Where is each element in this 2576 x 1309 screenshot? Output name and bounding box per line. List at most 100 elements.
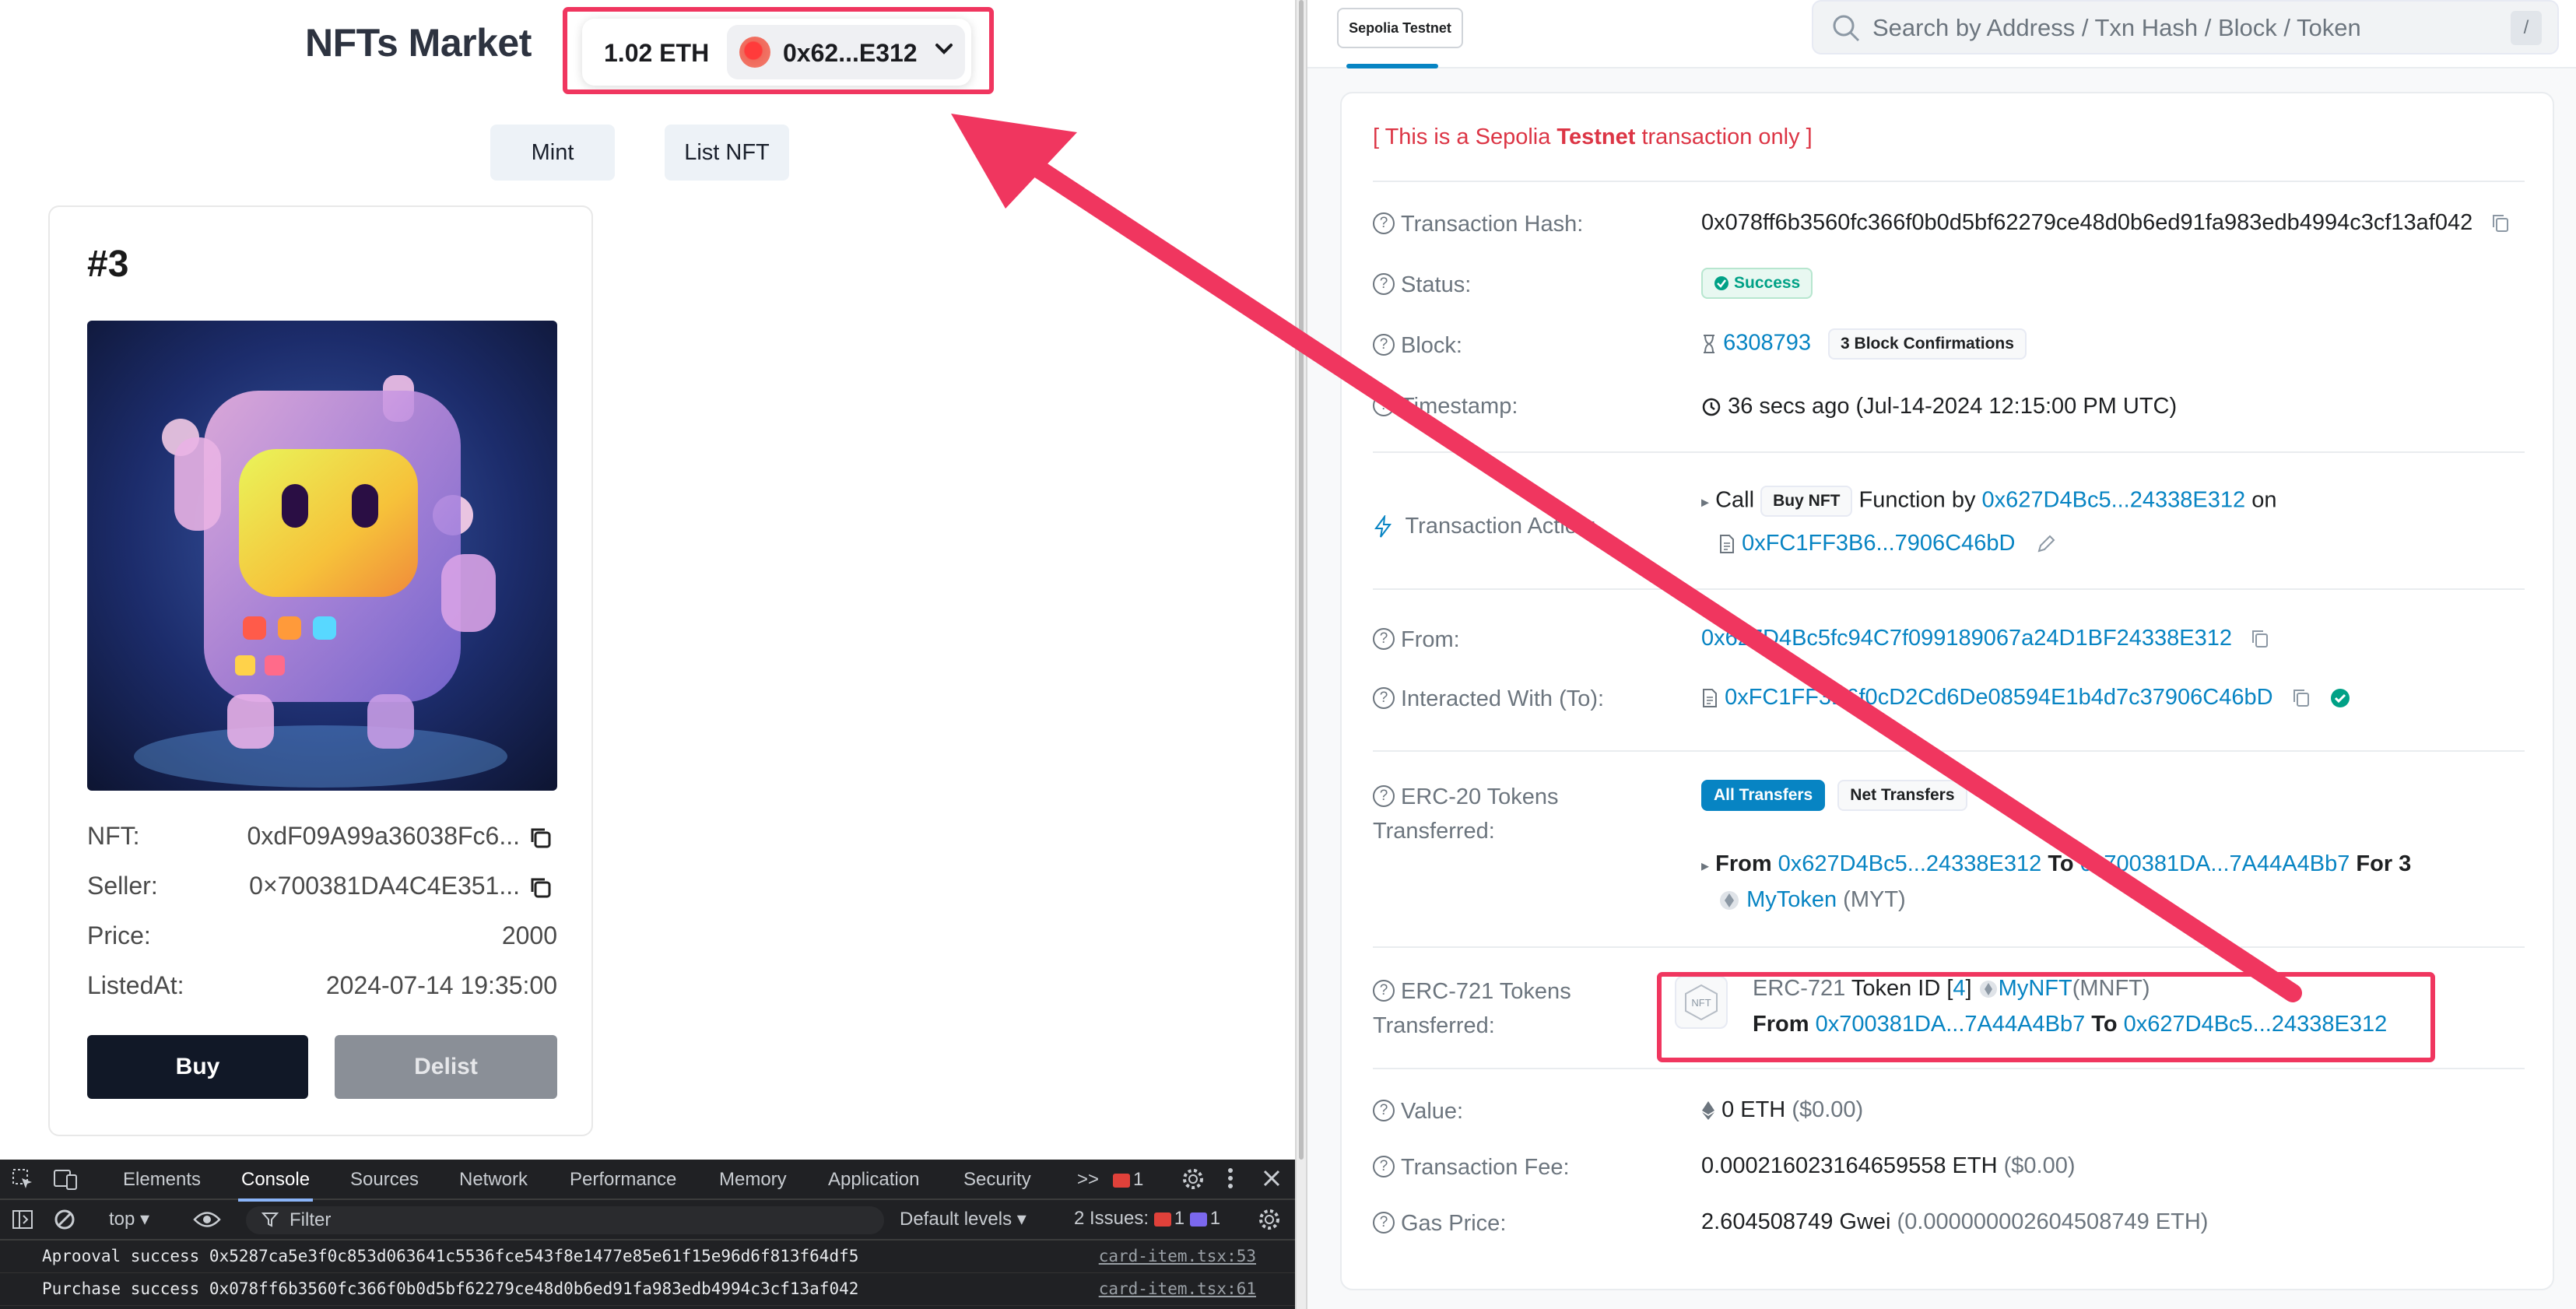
erc721-type: ERC-721 <box>1753 976 1846 1001</box>
log-source-link[interactable]: card-item.tsx:61 <box>1099 1279 1256 1298</box>
delist-button[interactable]: Delist <box>335 1035 557 1099</box>
clear-console-icon[interactable] <box>53 1208 76 1237</box>
value-text: 0 ETH <box>1721 1097 1786 1122</box>
help-icon[interactable]: ? <box>1373 980 1395 1002</box>
help-icon[interactable]: ? <box>1373 1100 1395 1122</box>
erc20-token-link[interactable]: MyToken <box>1746 887 1837 912</box>
all-transfers-tab[interactable]: All Transfers <box>1701 780 1826 811</box>
eye-icon[interactable] <box>193 1209 221 1235</box>
fee-label: ? Transaction Fee: <box>1373 1155 1570 1181</box>
tab-sources[interactable]: Sources <box>350 1169 419 1191</box>
label-text: Gas Price: <box>1401 1211 1507 1236</box>
erc20-to-link[interactable]: 0x700381DA...7A44A4Bb7 <box>2080 851 2350 876</box>
nft-address-row: NFT: 0xdF09A99a36038Fc6... <box>87 822 557 853</box>
erc721-to-link[interactable]: 0x627D4Bc5...24338E312 <box>2124 1012 2388 1037</box>
device-toolbar-icon[interactable] <box>53 1167 78 1196</box>
sidebar-toggle-icon[interactable] <box>11 1208 34 1237</box>
tx-action-line1: ▸ Call Buy NFT Function by 0x627D4Bc5...… <box>1701 486 2276 517</box>
caret-right-icon[interactable]: ▸ <box>1701 858 1709 875</box>
mint-button[interactable]: Mint <box>490 125 615 181</box>
copy-icon[interactable] <box>528 825 553 850</box>
status-badge: Success <box>1701 268 1813 299</box>
log-source-link[interactable]: card-item.tsx:53 <box>1099 1247 1256 1265</box>
contract-file-icon <box>1703 689 1717 708</box>
help-icon[interactable]: ? <box>1373 1212 1395 1234</box>
more-tabs-button[interactable]: >> <box>1077 1169 1099 1191</box>
token-icon <box>1720 891 1739 911</box>
erc721-line1: ERC-721 Token ID [4] MyNFT(MNFT) <box>1753 976 2150 1002</box>
help-icon[interactable]: ? <box>1373 628 1395 651</box>
erc721-from-link[interactable]: 0x700381DA...7A44A4Bb7 <box>1816 1012 2086 1037</box>
error-count-badge[interactable]: 1 <box>1113 1169 1143 1191</box>
from-label: ? From: <box>1373 627 1460 653</box>
help-icon[interactable]: ? <box>1373 273 1395 296</box>
transaction-details-card: [ This is a Sepolia Testnet transaction … <box>1340 92 2554 1290</box>
copy-icon[interactable] <box>2491 213 2510 233</box>
block-link[interactable]: 6308793 <box>1723 331 1811 356</box>
help-icon[interactable]: ? <box>1373 395 1395 417</box>
scrollbar[interactable] <box>1299 0 1304 1160</box>
net-transfers-tab[interactable]: Net Transfers <box>1837 780 1967 811</box>
devtools-panel: Elements Console Sources Network Perform… <box>0 1160 1295 1309</box>
help-icon[interactable]: ? <box>1373 212 1395 235</box>
status-label: ? Status: <box>1373 272 1471 298</box>
close-icon[interactable] <box>1261 1167 1283 1195</box>
search-input[interactable]: Search by Address / Txn Hash / Block / T… <box>1812 0 2559 54</box>
divider <box>1373 750 2525 752</box>
action-contract-link[interactable]: 0xFC1FF3B6...7906C46bD <box>1742 531 2015 556</box>
clock-icon <box>1702 398 1721 416</box>
label-text: ERC-721 Tokens <box>1401 979 1571 1004</box>
network-badge: Sepolia Testnet <box>1337 8 1463 48</box>
erc721-token-link[interactable]: MyNFT <box>1999 976 2072 1001</box>
inspect-icon[interactable] <box>11 1167 34 1196</box>
to-link[interactable]: 0xFC1FF3B6f0cD2Cd6De08594E1b4d7c37906C46… <box>1725 685 2273 710</box>
erc20-from-link[interactable]: 0x627D4Bc5...24338E312 <box>1778 851 2042 876</box>
notice-suffix: transaction only ] <box>1635 125 1813 149</box>
help-icon[interactable]: ? <box>1373 334 1395 356</box>
tab-performance[interactable]: Performance <box>570 1169 676 1191</box>
copy-icon[interactable] <box>2292 688 2311 708</box>
tab-memory[interactable]: Memory <box>719 1169 787 1191</box>
log-levels-value: Default levels <box>900 1209 1013 1230</box>
screen: NFTs Market 1.02 ETH 0x62...E312 Mint Li… <box>0 0 2576 1309</box>
tab-console[interactable]: Console <box>237 1169 314 1202</box>
tab-network[interactable]: Network <box>459 1169 528 1191</box>
tab-application[interactable]: Application <box>828 1169 919 1191</box>
window-divider[interactable] <box>1295 0 1307 1309</box>
value-usd: ($0.00) <box>1792 1097 1864 1122</box>
to-word: To <box>2091 1012 2118 1037</box>
tab-security[interactable]: Security <box>963 1169 1031 1191</box>
pencil-icon[interactable] <box>2034 532 2058 556</box>
buy-button[interactable]: Buy <box>87 1035 308 1099</box>
console-filter-input[interactable]: Filter <box>246 1206 884 1234</box>
issue-info-icon <box>1189 1212 1207 1227</box>
list-nft-button[interactable]: List NFT <box>665 125 789 181</box>
nft-market-app: NFTs Market 1.02 ETH 0x62...E312 Mint Li… <box>0 0 1295 1309</box>
token-id-link[interactable]: 4 <box>1953 976 1965 1001</box>
help-icon[interactable]: ? <box>1373 785 1395 808</box>
error-count: 1 <box>1133 1169 1144 1190</box>
timestamp-text: 36 secs ago (Jul-14-2024 12:15:00 PM UTC… <box>1728 394 2178 419</box>
account-button[interactable]: 0x62...E312 <box>727 25 965 79</box>
help-icon[interactable]: ? <box>1373 687 1395 710</box>
action-from-link[interactable]: 0x627D4Bc5...24338E312 <box>1982 488 2246 513</box>
wallet-button[interactable]: 1.02 ETH 0x62...E312 <box>582 19 971 86</box>
nft-icon-text: NFT <box>1691 997 1711 1009</box>
issues-button[interactable]: 2 Issues: 1 1 <box>1074 1208 1220 1230</box>
listed-at-label: ListedAt: <box>87 971 184 999</box>
erc721-label-line2: Transferred: <box>1373 1013 1495 1038</box>
context-select[interactable]: top ▾ <box>109 1208 149 1230</box>
copy-icon[interactable] <box>2251 629 2269 649</box>
tab-elements[interactable]: Elements <box>123 1169 201 1191</box>
caret-right-icon[interactable]: ▸ <box>1701 494 1709 511</box>
nft-thumbnail[interactable]: NFT <box>1675 976 1728 1029</box>
settings-gear-icon[interactable] <box>1181 1167 1205 1196</box>
help-icon[interactable]: ? <box>1373 1156 1395 1178</box>
log-levels-select[interactable]: Default levels ▾ <box>900 1208 1027 1230</box>
copy-icon[interactable] <box>528 875 553 900</box>
erc721-token-symbol: (MNFT) <box>2072 976 2150 1001</box>
kebab-menu-icon[interactable] <box>1227 1166 1234 1196</box>
from-link[interactable]: 0x627D4Bc5fc94C7f099189067a24D1BF24338E3… <box>1701 626 2232 651</box>
nft-hexagon-icon: NFT <box>1685 984 1718 1021</box>
gas-eth: (0.000000002604508749 ETH) <box>1897 1209 2209 1234</box>
